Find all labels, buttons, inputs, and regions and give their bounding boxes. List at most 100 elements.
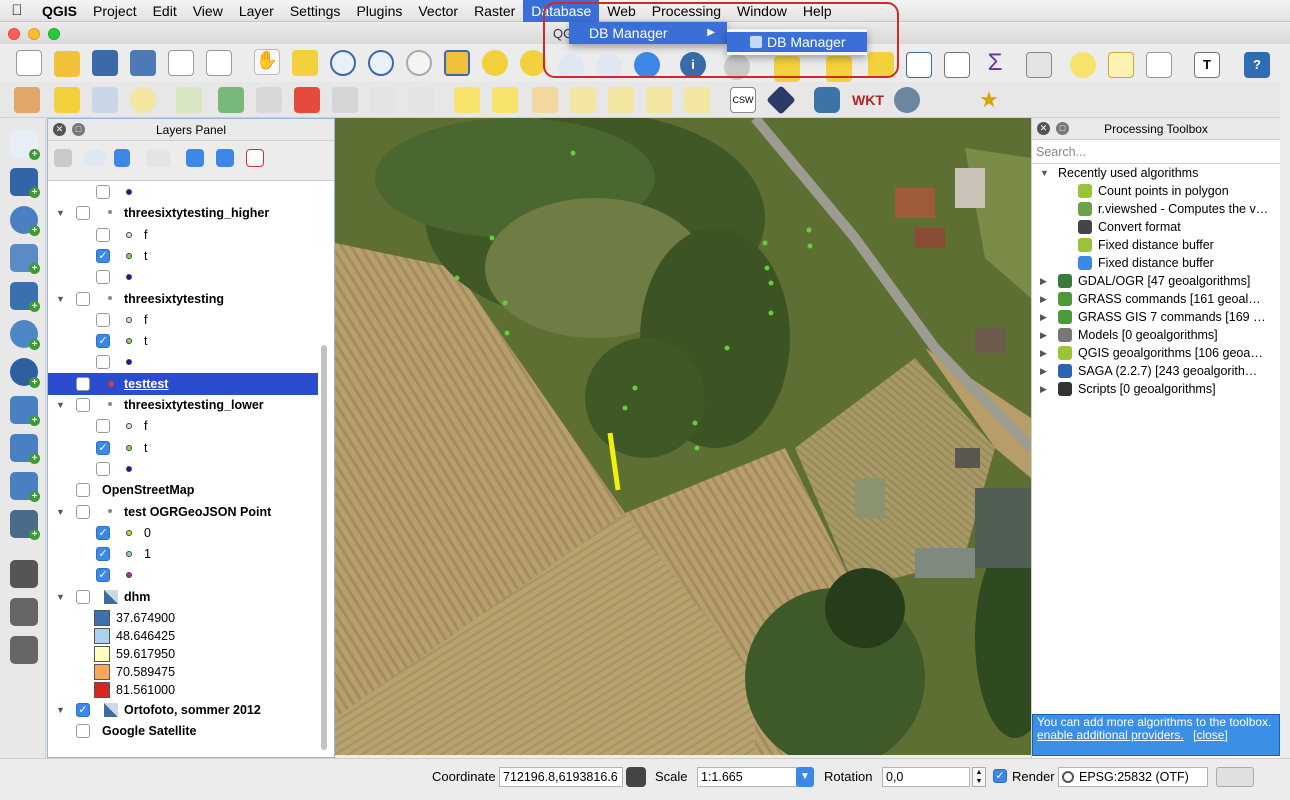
layer-tree-row[interactable]: ✓ t (48, 330, 318, 352)
measure-line-icon[interactable] (1026, 52, 1052, 78)
layer-tree-scrollbar[interactable] (321, 345, 327, 750)
expand-all-icon[interactable] (186, 149, 204, 167)
select-features-icon[interactable] (774, 56, 800, 82)
zoom-to-selection-icon[interactable] (482, 50, 508, 76)
wkt-icon[interactable]: WKT (852, 87, 884, 113)
expand-arrow-icon[interactable]: ▼ (56, 288, 65, 310)
processing-algorithm-item[interactable]: Count points in polygon (1032, 182, 1278, 200)
layer-visibility-checkbox[interactable] (76, 504, 90, 519)
expand-arrow-icon[interactable]: ▶ (1040, 380, 1047, 398)
save-as-icon[interactable] (130, 50, 156, 76)
remove-layer-icon[interactable] (246, 149, 264, 167)
layer-tree-row[interactable]: ▼ test OGRGeoJSON Point (48, 501, 318, 523)
coordinate-toggle-icon[interactable] (626, 767, 646, 787)
csw-icon[interactable]: CSW (730, 87, 756, 113)
layer-tree-row[interactable]: ▼ dhm (48, 586, 318, 608)
save-edits-icon[interactable] (92, 87, 118, 113)
new-print-composer-icon[interactable] (168, 50, 194, 76)
deselect-features-icon[interactable] (868, 52, 894, 78)
expand-arrow-icon[interactable]: ▼ (56, 699, 65, 721)
new-spatialite-icon[interactable] (10, 598, 38, 626)
processing-provider-item[interactable]: ▶ Models [0 geoalgorithms] (1032, 326, 1278, 344)
refresh-icon[interactable] (634, 52, 660, 78)
new-shapefile-icon[interactable] (10, 560, 38, 588)
layer-tree-row[interactable] (48, 266, 318, 288)
show-hide-labels-icon[interactable] (570, 87, 596, 113)
processing-provider-item[interactable]: ▶ GRASS GIS 7 commands [169 … (1032, 308, 1278, 326)
expand-arrow-icon[interactable]: ▶ (1040, 290, 1047, 308)
attribute-table-icon[interactable] (906, 52, 932, 78)
expand-arrow-icon[interactable]: ▶ (1040, 344, 1047, 362)
change-label-icon[interactable] (684, 87, 710, 113)
menu-settings[interactable]: Settings (282, 0, 349, 22)
zoom-to-layer-icon[interactable] (520, 50, 546, 76)
add-delimited-text-icon[interactable]: + (10, 434, 40, 464)
collapse-arrow-icon[interactable]: ▼ (1040, 164, 1049, 182)
map-canvas[interactable] (335, 118, 1031, 755)
processing-algorithm-item[interactable]: Fixed distance buffer (1032, 254, 1278, 272)
move-feature-icon[interactable] (218, 87, 244, 113)
close-hint-link[interactable]: [close] (1193, 728, 1228, 742)
expand-arrow-icon[interactable]: ▼ (56, 202, 65, 224)
scale-field[interactable]: 1:1.665 (697, 767, 797, 787)
layer-tree-row[interactable]: f (48, 415, 318, 437)
minimize-window-button[interactable] (28, 28, 40, 40)
add-vector-layer-icon[interactable]: + (10, 130, 40, 160)
delete-selected-icon[interactable] (294, 87, 320, 113)
close-window-button[interactable] (8, 28, 20, 40)
move-label-icon[interactable] (608, 87, 634, 113)
menu-edit[interactable]: Edit (145, 0, 185, 22)
layer-tree-row[interactable]: ✓ 1 (48, 543, 318, 565)
add-raster-layer-icon[interactable]: + (10, 168, 40, 198)
composer-manager-icon[interactable] (206, 50, 232, 76)
layer-tree-row[interactable]: OpenStreetMap (48, 479, 318, 501)
layer-tree-row[interactable] (48, 458, 318, 480)
float-panel-icon[interactable]: □ (1056, 122, 1069, 135)
zoom-window-button[interactable] (48, 28, 60, 40)
add-postgis-layer-icon[interactable]: + (10, 206, 40, 236)
processing-provider-item[interactable]: ▶ Scripts [0 geoalgorithms] (1032, 380, 1278, 398)
layer-visibility-checkbox[interactable] (76, 589, 90, 604)
expand-arrow-icon[interactable]: ▶ (1040, 326, 1047, 344)
select-by-value-icon[interactable] (826, 56, 852, 82)
zoom-last-icon[interactable] (558, 54, 584, 80)
layer-tree-row[interactable]: testtest (48, 372, 318, 395)
menu-layer[interactable]: Layer (231, 0, 282, 22)
layer-tree-row[interactable]: ▼ threesixtytesting_lower (48, 394, 318, 416)
menu-view[interactable]: View (185, 0, 231, 22)
close-panel-icon[interactable]: ✕ (53, 123, 66, 136)
layer-tree-row[interactable]: f (48, 309, 318, 331)
processing-provider-item[interactable]: ▶ GRASS commands [161 geoal… (1032, 290, 1278, 308)
float-panel-icon[interactable]: □ (72, 123, 85, 136)
node-edit-icon[interactable] (256, 87, 282, 113)
add-virtual-layer-icon[interactable]: + (10, 472, 40, 502)
menu-database[interactable]: Database (523, 0, 600, 22)
layer-tree-row[interactable]: Google Satellite (48, 720, 318, 742)
layer-visibility-checkbox[interactable] (96, 185, 110, 199)
star-icon[interactable]: ★ (976, 87, 1002, 113)
paste-features-icon[interactable] (408, 87, 434, 113)
layer-visibility-checkbox[interactable] (96, 227, 110, 242)
zoom-out-icon[interactable] (368, 50, 394, 76)
menu-processing[interactable]: Processing (644, 0, 729, 22)
add-oracle-layer-icon[interactable]: + (10, 510, 40, 540)
layer-tree-row[interactable]: f (48, 224, 318, 246)
layer-visibility-checkbox[interactable] (96, 461, 110, 476)
layer-visibility-checkbox[interactable] (96, 355, 110, 370)
zoom-in-icon[interactable] (330, 50, 356, 76)
rotation-stepper[interactable]: ▲ ▼ (972, 767, 986, 787)
add-wfs-layer-icon[interactable]: + (10, 396, 40, 426)
processing-provider-item[interactable]: ▶ QGIS geoalgorithms [106 geoa… (1032, 344, 1278, 362)
toggle-editing-icon[interactable] (54, 87, 80, 113)
layer-visibility-checkbox[interactable] (76, 206, 90, 221)
run-feature-action-icon[interactable] (724, 54, 750, 80)
pan-hand-icon[interactable]: ✋ (254, 49, 280, 75)
layer-visibility-checkbox[interactable] (96, 270, 110, 285)
menu-app-name[interactable]: QGIS (34, 0, 85, 22)
layer-visibility-checkbox[interactable] (96, 419, 110, 434)
pan-to-selection-icon[interactable] (292, 50, 318, 76)
expand-arrow-icon[interactable]: ▶ (1040, 272, 1047, 290)
render-checkbox[interactable]: ✓ (993, 769, 1007, 783)
layer-visibility-checkbox[interactable] (76, 398, 90, 412)
add-wcs-layer-icon[interactable]: + (10, 358, 40, 388)
